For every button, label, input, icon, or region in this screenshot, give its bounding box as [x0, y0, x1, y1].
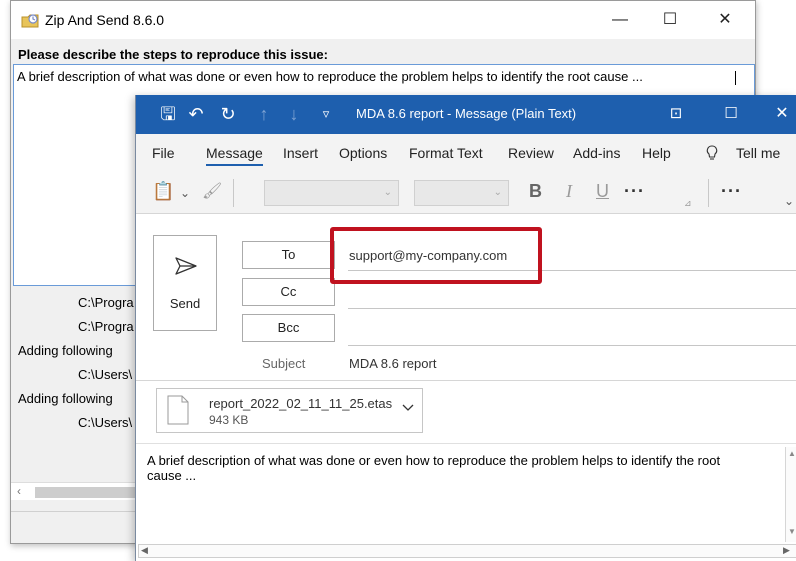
- body-horizontal-scrollbar[interactable]: ◀ ▶: [138, 544, 796, 558]
- tab-tell-me[interactable]: Tell me: [736, 145, 780, 161]
- outlook-titlebar: 🖫 ↶ ↻ ↑ ↓ ▿ MDA 8.6 report - Message (Pl…: [136, 95, 796, 134]
- tab-add-ins[interactable]: Add-ins: [573, 145, 620, 161]
- tab-help[interactable]: Help: [642, 145, 671, 161]
- format-painter-icon[interactable]: 🖌: [202, 181, 222, 201]
- more-formatting-button[interactable]: ···: [624, 181, 645, 202]
- attachment-divider: [136, 380, 796, 381]
- tab-options[interactable]: Options: [339, 145, 387, 161]
- chevron-down-icon: ⌄: [493, 187, 502, 198]
- attachment-name: report_2022_02_11_11_25.etas: [209, 396, 393, 411]
- send-button[interactable]: Send: [153, 235, 217, 331]
- tab-insert[interactable]: Insert: [283, 145, 318, 161]
- arrow-down-icon[interactable]: ↓: [286, 103, 302, 125]
- outlook-maximize-button[interactable]: ☐: [721, 103, 741, 125]
- log-line: Adding following: [18, 343, 113, 358]
- message-body[interactable]: A brief description of what was done or …: [147, 453, 747, 483]
- toolbar-separator: [233, 179, 234, 207]
- outlook-close-button[interactable]: ✕: [772, 103, 792, 125]
- cc-button[interactable]: Cc: [242, 278, 335, 306]
- zip-minimize-button[interactable]: —: [607, 9, 633, 31]
- attachment-size: 943 KB: [209, 413, 249, 427]
- log-line: Adding following: [18, 391, 113, 406]
- zip-log-list: C:\Progra C:\Progra Adding following C:\Use…: [11, 291, 151, 435]
- customize-toolbar-icon[interactable]: ▿: [319, 103, 333, 125]
- scroll-up-icon[interactable]: ▲: [788, 449, 796, 458]
- tab-file[interactable]: File: [152, 145, 175, 161]
- bold-button[interactable]: B: [529, 181, 542, 202]
- toolbar-separator: [708, 179, 709, 207]
- lightbulb-icon[interactable]: [706, 145, 718, 164]
- body-divider: [136, 443, 796, 444]
- tab-format-text[interactable]: Format Text: [409, 145, 483, 161]
- italic-button[interactable]: I: [566, 181, 572, 202]
- zip-window-title: Zip And Send 8.6.0: [45, 12, 165, 28]
- zip-log-scrollbar[interactable]: ‹: [11, 482, 143, 500]
- recipient-highlight-box: [330, 227, 542, 284]
- log-line: C:\Progra: [78, 319, 134, 334]
- dialog-launcher-icon[interactable]: ⊿: [684, 198, 692, 209]
- body-vertical-scrollbar[interactable]: ▲ ▼: [785, 447, 796, 542]
- zip-app-icon: [21, 14, 39, 28]
- more-commands-button[interactable]: ···: [721, 181, 742, 202]
- paste-dropdown-icon[interactable]: ⌄: [180, 186, 190, 200]
- bcc-field-underline: [348, 345, 796, 346]
- log-line: C:\Progra: [78, 295, 134, 310]
- issue-description-text: A brief description of what was done or …: [17, 69, 643, 84]
- undo-icon[interactable]: ↶: [186, 103, 206, 125]
- tab-review[interactable]: Review: [508, 145, 554, 161]
- bcc-button[interactable]: Bcc: [242, 314, 335, 342]
- chevron-down-icon[interactable]: [402, 404, 414, 412]
- tab-message[interactable]: Message: [206, 145, 263, 166]
- scroll-left-icon[interactable]: ‹: [17, 484, 21, 498]
- scroll-thumb[interactable]: [35, 487, 141, 498]
- ribbon-tabs: File Message Insert Options Format Text Revie…: [136, 134, 796, 172]
- send-icon: [175, 257, 197, 275]
- zip-close-button[interactable]: ✕: [712, 9, 738, 31]
- ribbon-toolbar: 📋 ⌄ 🖌 ⌄ ⌄ B I U ··· ⊿ ··· ⌄: [136, 172, 796, 214]
- arrow-up-icon[interactable]: ↑: [256, 103, 272, 125]
- scroll-right-icon[interactable]: ▶: [783, 545, 790, 556]
- to-button[interactable]: To: [242, 241, 335, 269]
- zip-footer-divider: [11, 511, 143, 512]
- redo-icon[interactable]: ↻: [218, 103, 238, 125]
- log-line: C:\Users\: [78, 367, 133, 382]
- outlook-message-window: 🖫 ↶ ↻ ↑ ↓ ▿ MDA 8.6 report - Message (Pl…: [135, 95, 796, 561]
- zip-maximize-button[interactable]: ☐: [657, 9, 683, 31]
- paste-icon[interactable]: 📋: [152, 181, 174, 202]
- attachment-chip[interactable]: report_2022_02_11_11_25.etas 943 KB: [156, 388, 423, 433]
- chevron-down-icon: ⌄: [383, 187, 392, 198]
- font-size-select[interactable]: ⌄: [414, 180, 509, 206]
- collapse-ribbon-icon[interactable]: ⌄: [784, 194, 794, 208]
- save-icon[interactable]: 🖫: [158, 103, 178, 125]
- ribbon-display-icon[interactable]: ⊡: [666, 103, 686, 125]
- scroll-down-icon[interactable]: ▼: [788, 527, 796, 536]
- subject-field-value[interactable]: MDA 8.6 report: [349, 356, 436, 371]
- subject-label: Subject: [262, 356, 306, 371]
- zip-titlebar: Zip And Send 8.6.0 — ☐ ✕: [11, 1, 755, 39]
- document-icon: [167, 395, 189, 425]
- send-button-label: Send: [169, 296, 201, 311]
- underline-button[interactable]: U: [596, 181, 609, 202]
- cc-field-underline: [348, 308, 796, 309]
- text-caret: [735, 71, 736, 85]
- font-family-select[interactable]: ⌄: [264, 180, 399, 206]
- log-line: C:\Users\: [78, 415, 133, 430]
- scroll-left-icon[interactable]: ◀: [141, 545, 148, 556]
- issue-prompt-label: Please describe the steps to reproduce t…: [18, 47, 328, 62]
- outlook-window-title: MDA 8.6 report - Message (Plain Text): [356, 106, 577, 121]
